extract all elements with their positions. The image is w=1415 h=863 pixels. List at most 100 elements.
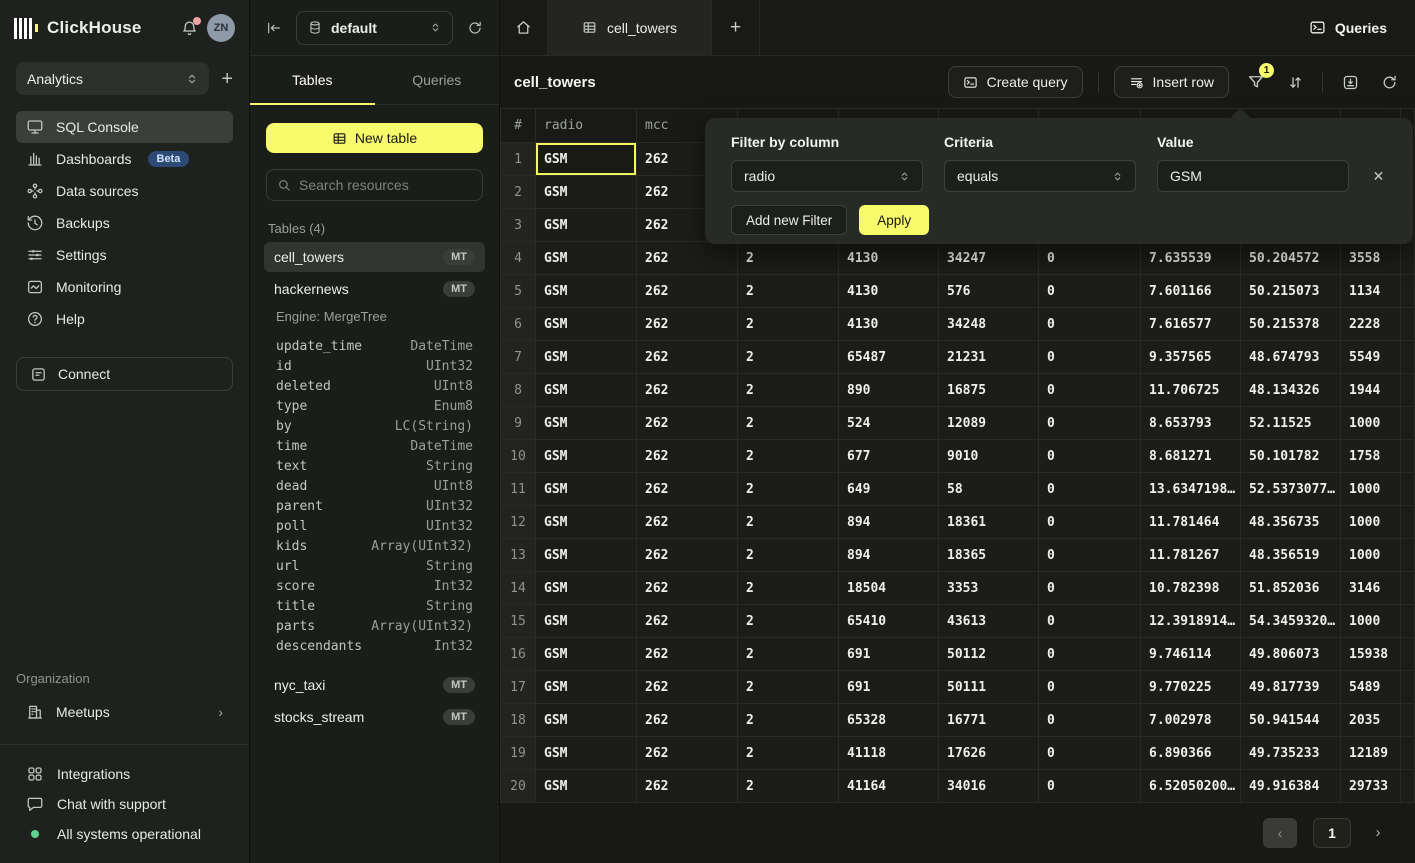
cell[interactable]: 50.215073 — [1241, 275, 1341, 308]
cell[interactable]: 0 — [1039, 539, 1141, 572]
cell[interactable]: 21231 — [939, 341, 1039, 374]
cell[interactable]: 50.215378 — [1241, 308, 1341, 341]
cell[interactable]: GSM — [536, 671, 637, 704]
cell[interactable]: 18504 — [839, 572, 939, 605]
cell[interactable]: 48.356735 — [1241, 506, 1341, 539]
cell[interactable]: 54.3459320… — [1241, 605, 1341, 638]
column-header-radio[interactable]: radio — [536, 109, 637, 143]
collapse-panel-icon[interactable] — [266, 20, 282, 36]
org-item-meetups[interactable]: Meetups› — [16, 696, 233, 728]
cell[interactable]: 48.134326 — [1241, 374, 1341, 407]
cell[interactable]: 2035 — [1341, 704, 1401, 737]
cell[interactable]: 262 — [637, 704, 738, 737]
cell[interactable]: 2 — [738, 539, 839, 572]
cell[interactable]: 0 — [1039, 572, 1141, 605]
cell[interactable]: 65328 — [839, 704, 939, 737]
cell[interactable]: 2 — [738, 704, 839, 737]
table-item-nyc_taxi[interactable]: nyc_taxiMT — [264, 670, 485, 700]
cell[interactable]: 7.002978 — [1141, 704, 1241, 737]
cell[interactable]: 50.941544 — [1241, 704, 1341, 737]
cell[interactable]: 0 — [1039, 374, 1141, 407]
add-workspace-button[interactable]: + — [221, 69, 233, 89]
download-button[interactable] — [1338, 70, 1362, 94]
sidebar-item-data-sources[interactable]: Data sources — [16, 175, 233, 207]
cell[interactable]: GSM — [536, 572, 637, 605]
notifications-bell-icon[interactable] — [181, 20, 198, 37]
cell[interactable]: 3353 — [939, 572, 1039, 605]
cell[interactable]: 1000 — [1341, 506, 1401, 539]
cell[interactable]: 262 — [637, 572, 738, 605]
tab-tables[interactable]: Tables — [250, 56, 375, 105]
cell[interactable]: 8.653793 — [1141, 407, 1241, 440]
sidebar-item-monitoring[interactable]: Monitoring — [16, 271, 233, 303]
cell[interactable]: 9.770225 — [1141, 671, 1241, 704]
filter-column-select[interactable]: radio — [731, 160, 923, 192]
cell[interactable]: 262 — [637, 638, 738, 671]
table-item-hackernews[interactable]: hackernewsMT — [264, 274, 485, 304]
refresh-resources-icon[interactable] — [467, 20, 483, 36]
workspace-select[interactable]: Analytics — [16, 62, 209, 95]
footer-item-integrations[interactable]: Integrations — [16, 759, 233, 789]
filter-value-field[interactable] — [1157, 160, 1349, 192]
cell[interactable]: 50.101782 — [1241, 440, 1341, 473]
database-select[interactable]: default — [296, 11, 453, 45]
cell[interactable]: GSM — [536, 374, 637, 407]
apply-filter-button[interactable]: Apply — [859, 205, 929, 235]
cell[interactable]: 1758 — [1341, 440, 1401, 473]
cell[interactable]: 262 — [637, 440, 738, 473]
table-item-stocks_stream[interactable]: stocks_streamMT — [264, 702, 485, 732]
cell[interactable]: 52.11525 — [1241, 407, 1341, 440]
cell[interactable]: 52.5373077… — [1241, 473, 1341, 506]
cell[interactable]: 7.601166 — [1141, 275, 1241, 308]
cell[interactable]: GSM — [536, 242, 637, 275]
cell[interactable]: 15938 — [1341, 638, 1401, 671]
connect-button[interactable]: Connect — [16, 357, 233, 391]
cell[interactable]: 29733 — [1341, 770, 1401, 803]
cell[interactable]: GSM — [536, 341, 637, 374]
cell[interactable]: 2 — [738, 275, 839, 308]
cell[interactable]: 2 — [738, 374, 839, 407]
cell[interactable]: 262 — [637, 275, 738, 308]
add-new-filter-button[interactable]: Add new Filter — [731, 205, 847, 235]
current-page[interactable]: 1 — [1313, 818, 1351, 848]
cell[interactable]: 50111 — [939, 671, 1039, 704]
cell[interactable]: GSM — [536, 407, 637, 440]
new-table-button[interactable]: New table — [266, 123, 483, 153]
column-header-num[interactable]: # — [501, 109, 536, 143]
cell[interactable]: 524 — [839, 407, 939, 440]
cell[interactable]: 2 — [738, 605, 839, 638]
cell[interactable]: 49.806073 — [1241, 638, 1341, 671]
sidebar-item-help[interactable]: Help — [16, 303, 233, 335]
prev-page-button[interactable]: ‹ — [1263, 818, 1297, 848]
cell[interactable]: 12189 — [1341, 737, 1401, 770]
cell[interactable]: 649 — [839, 473, 939, 506]
cell[interactable]: 9.746114 — [1141, 638, 1241, 671]
cell[interactable]: 262 — [637, 539, 738, 572]
cell[interactable]: 0 — [1039, 770, 1141, 803]
cell[interactable]: 49.817739 — [1241, 671, 1341, 704]
cell[interactable]: 1134 — [1341, 275, 1401, 308]
cell[interactable]: 0 — [1039, 704, 1141, 737]
cell[interactable]: 0 — [1039, 275, 1141, 308]
cell[interactable]: 8.681271 — [1141, 440, 1241, 473]
table-item-cell_towers[interactable]: cell_towersMT — [264, 242, 485, 272]
cell[interactable]: 1000 — [1341, 539, 1401, 572]
cell[interactable]: 51.852036 — [1241, 572, 1341, 605]
cell[interactable]: GSM — [536, 209, 637, 242]
cell[interactable]: 2 — [738, 770, 839, 803]
cell[interactable]: 576 — [939, 275, 1039, 308]
cell[interactable]: 262 — [637, 374, 738, 407]
cell[interactable]: 2 — [738, 308, 839, 341]
cell[interactable]: GSM — [536, 704, 637, 737]
cell[interactable]: 2 — [738, 671, 839, 704]
cell[interactable]: 1000 — [1341, 407, 1401, 440]
cell[interactable]: 5549 — [1341, 341, 1401, 374]
cell[interactable]: 2 — [738, 737, 839, 770]
cell[interactable]: 262 — [637, 308, 738, 341]
search-resources-input[interactable] — [299, 177, 472, 193]
cell[interactable]: 4130 — [839, 308, 939, 341]
sidebar-item-backups[interactable]: Backups — [16, 207, 233, 239]
cell[interactable]: 50112 — [939, 638, 1039, 671]
cell[interactable]: 43613 — [939, 605, 1039, 638]
cell[interactable]: 11.706725 — [1141, 374, 1241, 407]
